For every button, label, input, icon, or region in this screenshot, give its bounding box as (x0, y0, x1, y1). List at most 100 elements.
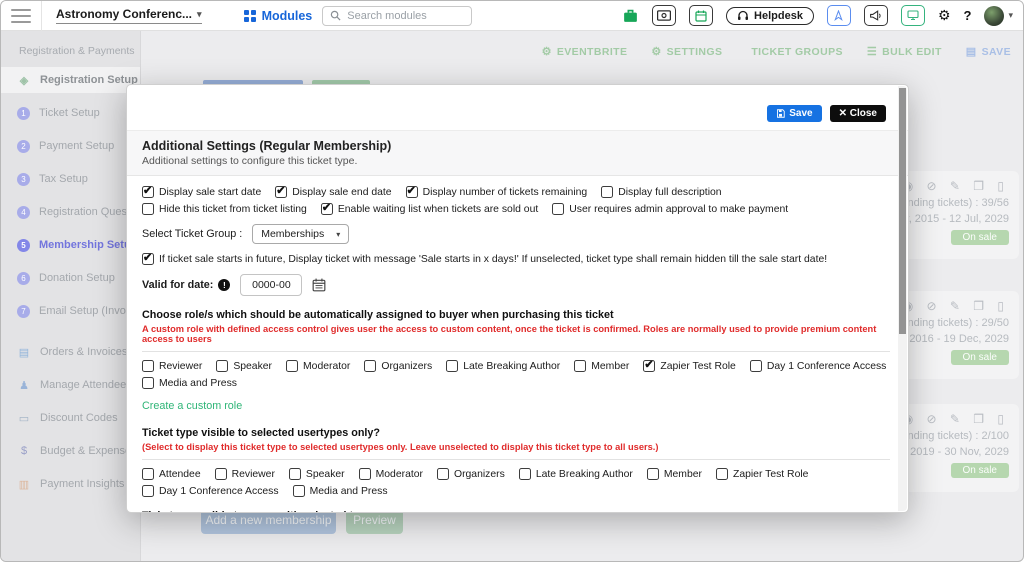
sidebar-item-icon: ▤ (18, 346, 30, 359)
toolbar-button[interactable]: ☰ BULK EDIT (867, 45, 942, 59)
send-icon[interactable] (826, 5, 851, 26)
step-number-badge: 6 (17, 271, 30, 285)
on-sale-badge: On sale (950, 230, 1009, 245)
checkbox (286, 360, 299, 372)
sidebar-item-registration-setup[interactable]: ◈ Registration Setup (1, 67, 140, 93)
toolbar-button[interactable]: ⚙ SETTINGS (651, 45, 722, 59)
chevron-down-icon: ▾ (1008, 10, 1013, 20)
sidebar-item[interactable]: 4 Registration Questi (1, 199, 140, 225)
checkbox-label: Speaker (233, 360, 273, 372)
helpdesk-button[interactable]: Helpdesk (726, 6, 814, 25)
modules-button[interactable]: Modules (243, 9, 312, 23)
usertype-checkbox-option[interactable]: Media and Press (292, 485, 388, 497)
ticket-group-select[interactable]: Memberships ▾ (252, 224, 350, 244)
sidebar-item[interactable]: 3 Tax Setup (1, 166, 140, 192)
sidebar-item[interactable]: 2 Payment Setup (1, 133, 140, 159)
toolbar-button[interactable]: ▤ SAVE (966, 45, 1011, 59)
info-icon[interactable]: ! (218, 279, 231, 291)
create-custom-role-link[interactable]: Create a custom role (142, 400, 242, 412)
role-checkbox-option[interactable]: Organizers (364, 360, 432, 372)
sidebar-item[interactable]: ▭ Discount Codes (1, 405, 140, 431)
sidebar-item-label: Payment Setup (39, 140, 115, 152)
usertype-checkbox-option[interactable]: Late Breaking Author (518, 468, 633, 480)
hamburger-menu-icon[interactable] (11, 8, 31, 23)
checkbox (715, 468, 728, 480)
checkbox-label: Moderator (375, 468, 423, 480)
toolbar-button[interactable]: ⚙ EVENTBRITE (542, 45, 628, 59)
modal-close-label: ✕ Close (838, 108, 877, 119)
usertype-checkbox-option[interactable]: Day 1 Conference Access (142, 485, 279, 497)
modal-header: Additional Settings (Regular Membership)… (127, 130, 908, 176)
sidebar-item[interactable]: 5 Membership Setup (1, 232, 140, 258)
gear-icon[interactable]: ⚙ (938, 7, 951, 24)
usertype-checkbox-option[interactable]: Speaker (288, 468, 345, 480)
sidebar-item[interactable]: ♟ Manage Attendees (1, 372, 140, 398)
checkbox (405, 184, 418, 198)
briefcase-icon[interactable] (622, 7, 639, 24)
usertype-checkbox-option[interactable]: Moderator (358, 468, 423, 480)
event-selector[interactable]: Astronomy Conferenc... ▾ (56, 7, 202, 24)
calendar-icon[interactable] (689, 5, 714, 26)
checkbox-option[interactable]: Display sale start date (142, 184, 261, 198)
megaphone-icon[interactable] (863, 5, 888, 26)
sidebar-item[interactable]: ▥ Payment Insights (1, 471, 140, 497)
valid-for-date-input[interactable] (240, 274, 303, 296)
role-checkbox-option[interactable]: Zapier Test Role (643, 358, 736, 372)
checkbox-label: Day 1 Conference Access (159, 485, 279, 497)
help-icon[interactable]: ? (964, 8, 972, 23)
checkbox-label: Display sale end date (292, 186, 392, 198)
role-checkbox-option[interactable]: Reviewer (142, 360, 202, 372)
modal-save-button[interactable]: Save (767, 105, 822, 122)
usertype-checkbox-option[interactable]: Reviewer (214, 468, 275, 480)
checkbox-label: Reviewer (231, 468, 275, 480)
future-sale-checkbox-option[interactable]: If ticket sale starts in future, Display… (142, 251, 827, 265)
checkbox-option[interactable]: Display sale end date (275, 184, 392, 198)
usertype-checkbox-option[interactable]: Zapier Test Role (715, 468, 809, 480)
sidebar-item[interactable]: ▤ Orders & Invoices (1, 339, 140, 365)
role-checkbox-option[interactable]: Late Breaking Author (446, 360, 560, 372)
toolbar-button[interactable]: TICKET GROUPS (746, 46, 843, 58)
modal-close-button[interactable]: ✕ Close (829, 105, 886, 122)
account-menu[interactable]: ▾ (984, 5, 1013, 26)
sidebar-item[interactable]: 6 Donation Setup (1, 265, 140, 291)
sidebar-item[interactable]: 7 Email Setup (Invoic (1, 298, 140, 324)
modal-scrollbar[interactable] (898, 86, 907, 511)
checkbox-label: Late Breaking Author (535, 468, 633, 480)
cash-icon[interactable] (652, 5, 677, 26)
checkbox-label: Organizers (453, 468, 505, 480)
checkbox-option[interactable]: Display full description (601, 186, 722, 198)
role-checkbox-option[interactable]: Moderator (286, 360, 350, 372)
checkbox-label: Media and Press (159, 377, 237, 389)
sidebar-item[interactable]: $ Budget & Expenses (1, 438, 140, 464)
monitor-icon[interactable] (900, 5, 925, 26)
sidebar-tools-list: ▤ Orders & Invoices ♟ Manage Attendees ▭… (1, 339, 140, 497)
step-number-badge: 4 (17, 205, 30, 219)
checkbox (446, 360, 459, 372)
checkbox-option[interactable]: User requires admin approval to make pay… (552, 203, 788, 215)
usertype-checkbox-option[interactable]: Organizers (436, 468, 505, 480)
checkbox-label: Hide this ticket from ticket listing (159, 203, 307, 215)
modal-scrollbar-thumb[interactable] (899, 88, 906, 334)
checkbox-option[interactable]: Hide this ticket from ticket listing (142, 203, 307, 215)
role-checkbox-option[interactable]: Speaker (216, 360, 272, 372)
sidebar-item-label: Email Setup (Invoic (39, 305, 134, 317)
checkbox (142, 485, 154, 497)
calendar-picker-icon[interactable] (312, 278, 326, 292)
checkbox-option[interactable]: Enable waiting list when tickets are sol… (320, 201, 538, 215)
role-checkbox-option[interactable]: Day 1 Conference Access (749, 360, 886, 372)
checkbox-label: Zapier Test Role (732, 468, 809, 480)
usertype-checkbox-option[interactable]: Member (646, 468, 702, 480)
search-input[interactable] (347, 9, 458, 22)
checkbox-option[interactable]: Display number of tickets remaining (405, 184, 587, 198)
sidebar-item-label: Manage Attendees (40, 379, 132, 391)
usertype-checkbox-option[interactable]: Attendee (142, 468, 201, 480)
ticket-icon: ◈ (19, 74, 29, 87)
navbar-divider (41, 1, 42, 31)
role-checkbox-option[interactable]: Media and Press (142, 377, 237, 389)
role-checkbox-option[interactable]: Member (574, 360, 629, 372)
user-avatar (984, 5, 1005, 26)
checkbox-label: Display full description (618, 186, 722, 198)
checkbox-label: Member (663, 468, 702, 480)
sidebar-item[interactable]: 1 Ticket Setup (1, 100, 140, 126)
